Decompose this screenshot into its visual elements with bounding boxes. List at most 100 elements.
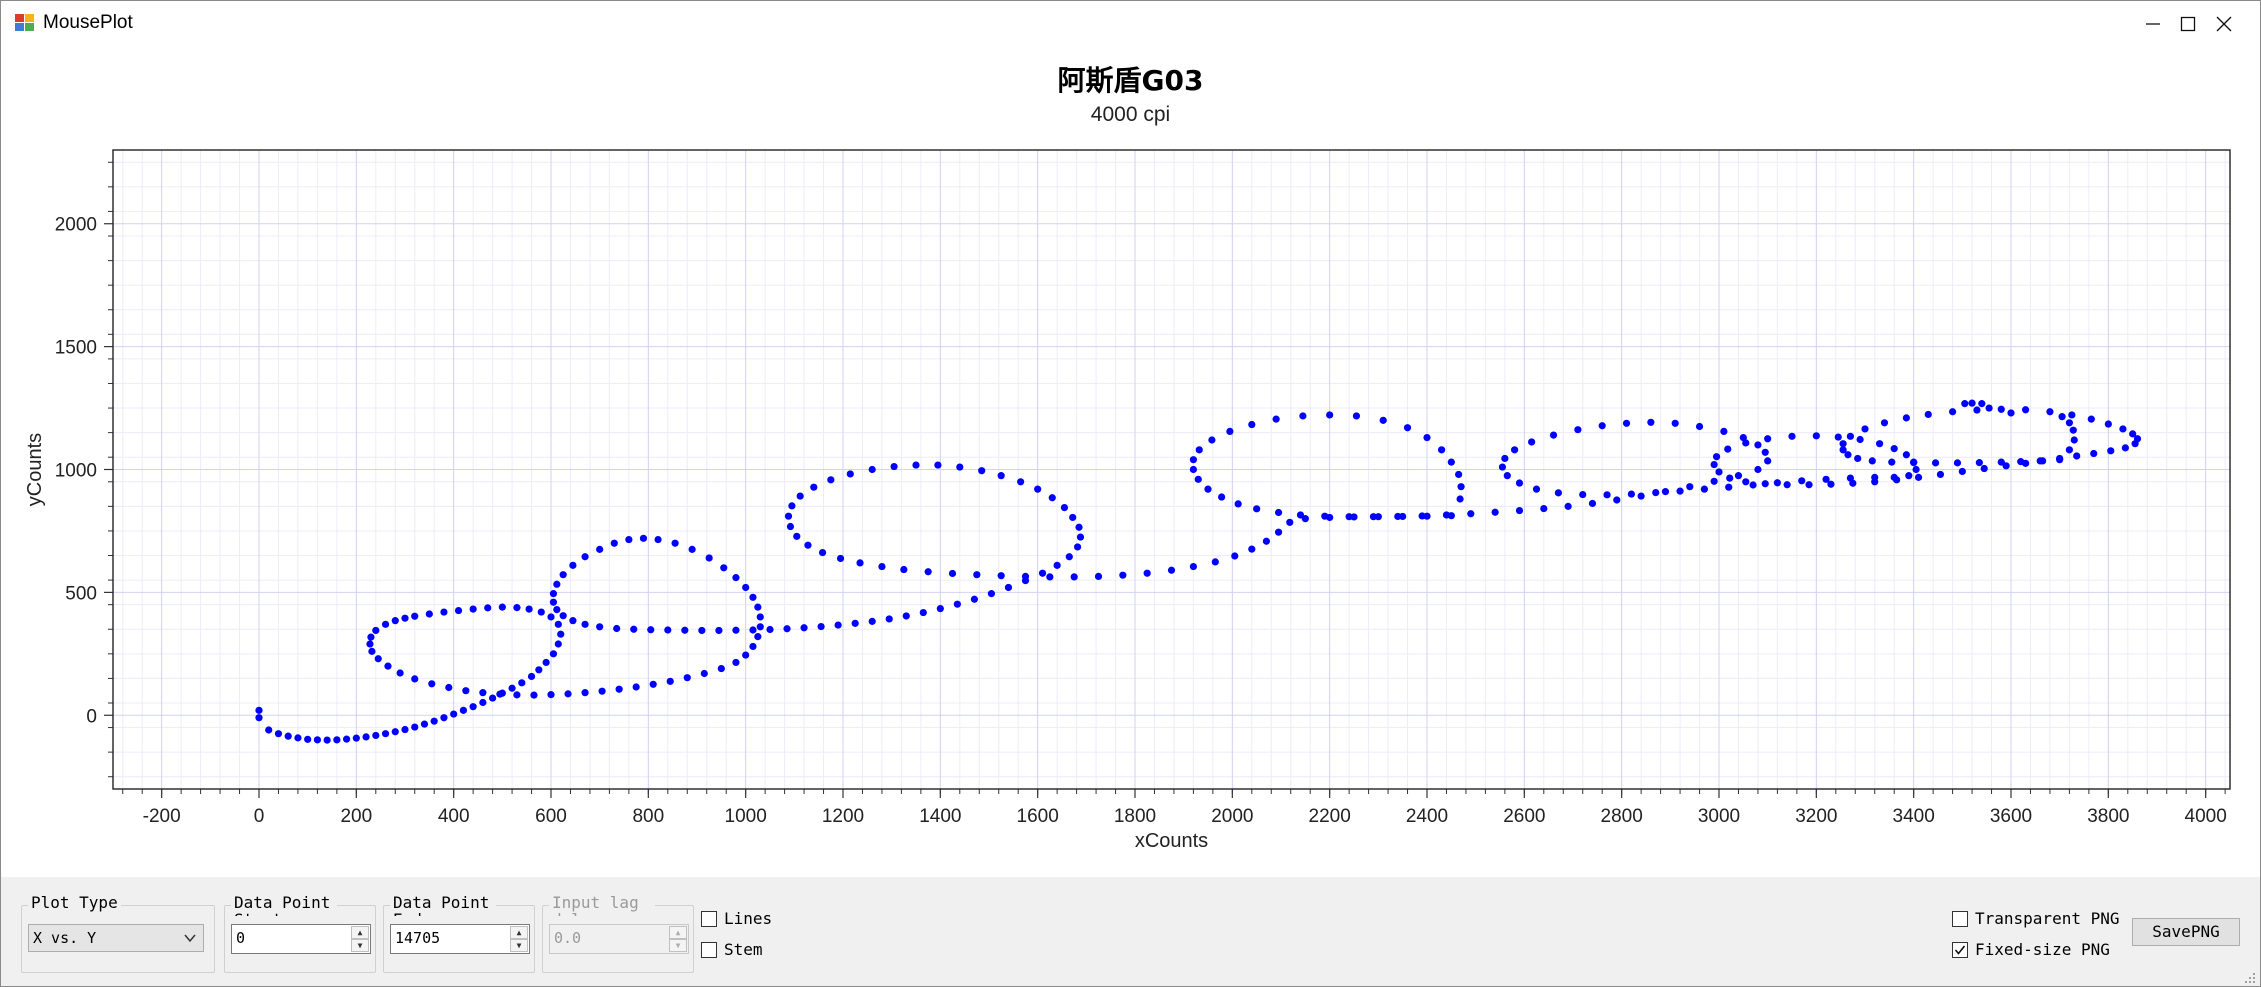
data-point <box>1456 495 1464 503</box>
data-point <box>1975 459 1983 467</box>
checkbox-box <box>701 941 717 958</box>
data-point <box>1345 513 1353 521</box>
data-point <box>613 624 621 633</box>
data-point <box>581 553 589 561</box>
resize-grip-icon[interactable] <box>2242 970 2256 984</box>
data-point <box>1017 478 1025 486</box>
data-point <box>1622 419 1631 427</box>
data-point <box>654 535 662 544</box>
plot-type-dropdown[interactable]: X vs. Y <box>28 924 204 952</box>
fixed-size-png-checkbox[interactable]: Fixed-size PNG <box>1952 940 2110 959</box>
data-point <box>1455 470 1463 479</box>
data-point <box>428 680 436 688</box>
data-point <box>784 512 793 520</box>
data-point <box>1742 478 1750 486</box>
data-point <box>549 598 558 606</box>
decrement-button[interactable]: ▼ <box>351 939 369 952</box>
lag-value: 0.0 <box>554 929 582 947</box>
data-point <box>454 606 463 615</box>
data-point <box>902 612 910 620</box>
data-point <box>537 608 545 616</box>
data-point <box>688 545 696 553</box>
data-point <box>1579 490 1587 499</box>
data-point <box>1712 453 1721 461</box>
x-tick-label: 0 <box>254 806 265 827</box>
increment-button[interactable]: ▲ <box>351 926 369 939</box>
data-point <box>754 603 762 611</box>
data-point <box>367 633 375 641</box>
data-point <box>1423 433 1431 442</box>
data-point <box>2022 406 2030 414</box>
start-point-input[interactable]: 0 ▲ ▼ <box>231 924 371 954</box>
data-point <box>411 675 419 683</box>
data-point <box>1321 512 1329 520</box>
data-point <box>1827 480 1835 488</box>
data-point <box>788 502 796 510</box>
data-point <box>796 492 804 500</box>
data-point <box>368 647 376 655</box>
data-point <box>1286 518 1294 526</box>
data-point <box>1798 477 1806 485</box>
x-tick-label: 2000 <box>1211 806 1253 827</box>
lines-checkbox[interactable]: Lines <box>701 909 772 928</box>
data-point <box>1143 569 1151 577</box>
data-point <box>1352 412 1361 420</box>
data-point <box>518 679 526 687</box>
data-point <box>2107 447 2115 455</box>
data-point <box>1272 415 1280 423</box>
increment-button: ▲ <box>669 926 687 939</box>
x-tick-label: 4000 <box>2185 806 2227 827</box>
data-point <box>352 734 360 742</box>
fixed-size-png-label: Fixed-size PNG <box>1975 940 2110 959</box>
data-point <box>469 605 477 613</box>
stem-checkbox[interactable]: Stem <box>701 940 763 959</box>
data-point <box>553 580 561 588</box>
check-icon <box>1954 945 1966 955</box>
data-point <box>1442 511 1451 519</box>
data-point <box>978 467 986 475</box>
data-point <box>1985 404 1993 412</box>
end-point-value: 14705 <box>395 929 441 947</box>
end-point-input[interactable]: 14705 ▲ ▼ <box>390 924 530 954</box>
data-point <box>1876 440 1884 448</box>
plot-type-group: Plot Type X vs. Y <box>21 894 215 973</box>
data-point <box>2121 444 2129 452</box>
data-point <box>1234 500 1242 508</box>
data-point <box>372 731 380 740</box>
data-point <box>401 614 409 622</box>
decrement-button[interactable]: ▼ <box>510 939 528 952</box>
data-point <box>1880 419 1889 427</box>
data-point <box>1849 479 1857 487</box>
data-point <box>683 674 691 682</box>
data-point <box>1839 440 1847 448</box>
data-point <box>1773 479 1781 487</box>
data-point <box>391 617 399 625</box>
data-point <box>1613 496 1621 504</box>
data-point <box>2090 449 2098 458</box>
data-point <box>1038 569 1047 577</box>
data-point <box>1715 468 1723 476</box>
x-tick-label: 1000 <box>725 806 767 827</box>
data-point <box>1498 463 1507 471</box>
data-point <box>1204 485 1212 493</box>
increment-button[interactable]: ▲ <box>510 926 528 939</box>
save-png-button[interactable]: SavePNG <box>2132 918 2240 946</box>
data-point <box>1248 545 1256 553</box>
data-point <box>1438 446 1446 454</box>
data-point <box>1924 410 1932 419</box>
data-point <box>484 604 492 612</box>
data-point <box>700 669 708 678</box>
data-point <box>559 612 567 620</box>
transparent-png-checkbox[interactable]: Transparent PNG <box>1952 909 2120 928</box>
y-axis-label: yCounts <box>24 433 46 506</box>
data-point <box>956 463 964 471</box>
data-point <box>970 595 979 603</box>
data-point <box>1326 411 1334 419</box>
data-point <box>508 684 516 692</box>
x-tick-label: 3000 <box>1698 806 1740 827</box>
data-point <box>1076 533 1085 541</box>
data-point <box>705 554 713 562</box>
data-point <box>1369 513 1378 521</box>
x-tick-label: 3800 <box>2087 806 2129 827</box>
data-point <box>1588 499 1597 508</box>
